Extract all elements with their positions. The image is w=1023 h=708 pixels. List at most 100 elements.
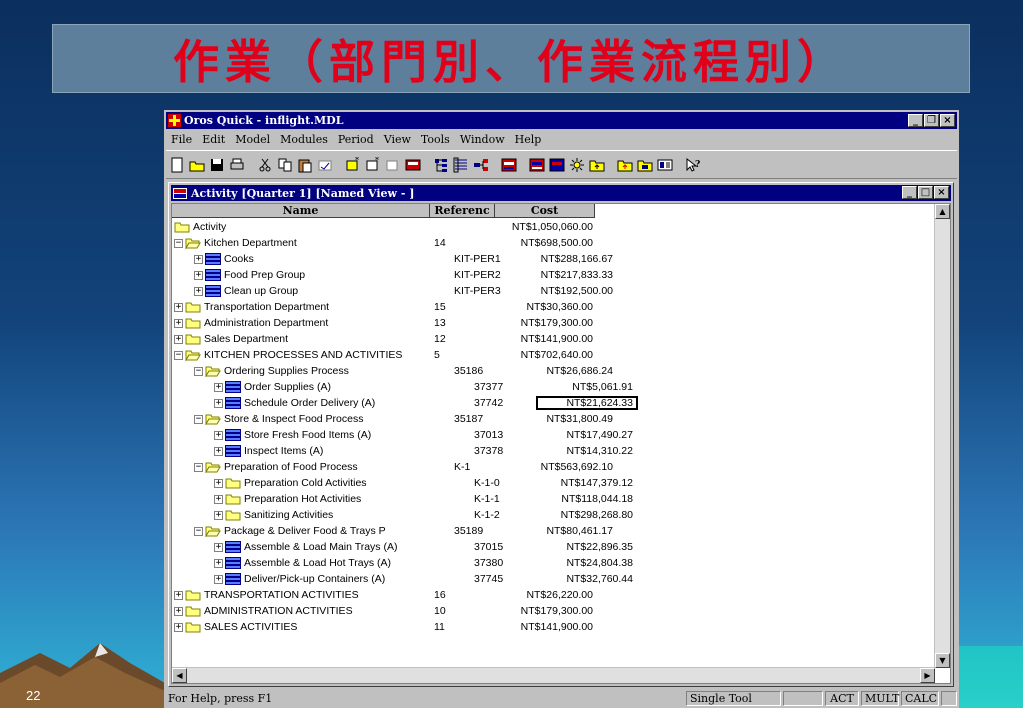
row-reference-cell[interactable]: K-1-2 <box>472 509 537 521</box>
row-reference-cell[interactable]: K-1-0 <box>472 477 537 489</box>
row-reference-cell[interactable]: 37745 <box>472 573 537 585</box>
toolbar-button-cut[interactable] <box>256 156 274 174</box>
row-cost-cell[interactable]: NT$1,050,060.00 <box>497 221 597 233</box>
toolbar-button-print[interactable] <box>228 156 246 174</box>
table-row[interactable]: + Deliver/Pick-up Containers (A) 37745 NT$3… <box>172 571 934 587</box>
row-name-cell[interactable]: + Inspect Items (A) <box>172 445 472 457</box>
table-row[interactable]: Activity NT$1,050,060.00 <box>172 219 934 235</box>
menu-edit[interactable]: Edit <box>197 133 230 146</box>
expand-toggle[interactable]: + <box>214 510 223 520</box>
row-name-cell[interactable]: + SALES ACTIVITIES <box>172 621 432 633</box>
expand-toggle[interactable]: + <box>194 286 203 296</box>
row-reference-cell[interactable]: 16 <box>432 589 497 601</box>
menu-help[interactable]: Help <box>510 133 547 146</box>
row-cost-cell[interactable]: NT$298,268.80 <box>537 509 637 521</box>
row-name-cell[interactable]: − Preparation of Food Process <box>172 461 452 473</box>
toolbar-button-undo[interactable] <box>316 156 334 174</box>
child-maximize-button[interactable]: □ <box>918 186 933 199</box>
row-reference-cell[interactable]: 14 <box>432 237 497 249</box>
app-titlebar[interactable]: Oros Quick - inflight.MDL _ ❐ × <box>166 112 957 129</box>
table-row[interactable]: + Preparation Hot Activities K-1-1 NT$118,0… <box>172 491 934 507</box>
activity-window-titlebar[interactable]: Activity [Quarter 1] [Named View - ] _ □… <box>171 185 951 201</box>
row-name-cell[interactable]: + Transportation Department <box>172 301 432 313</box>
toolbar-button-calculator[interactable] <box>404 156 422 174</box>
toolbar-button-paste[interactable] <box>296 156 314 174</box>
table-row[interactable]: − Kitchen Department 14 NT$698,500.00 <box>172 235 934 251</box>
table-row[interactable]: − Store & Inspect Food Process 35187 NT$31,… <box>172 411 934 427</box>
row-name-cell[interactable]: − Ordering Supplies Process <box>172 365 452 377</box>
close-button[interactable]: × <box>940 114 955 127</box>
toolbar-button-save[interactable] <box>208 156 226 174</box>
row-cost-cell[interactable]: NT$30,360.00 <box>497 301 597 313</box>
row-name-cell[interactable]: − Kitchen Department <box>172 237 432 249</box>
row-cost-cell[interactable]: NT$118,044.18 <box>537 493 637 505</box>
toolbar-button-link[interactable] <box>472 156 490 174</box>
row-reference-cell[interactable]: KIT-PER3 <box>452 285 517 297</box>
row-cost-cell[interactable]: NT$702,640.00 <box>497 349 597 361</box>
row-reference-cell[interactable]: K-1 <box>452 461 517 473</box>
table-row[interactable]: + Sanitizing Activities K-1-2 NT$298,268.80 <box>172 507 934 523</box>
row-cost-cell[interactable]: NT$563,692.10 <box>517 461 617 473</box>
expand-toggle[interactable]: + <box>174 622 183 632</box>
toolbar-button-grid-view3[interactable] <box>548 156 566 174</box>
toolbar-button-list[interactable] <box>452 156 470 174</box>
row-cost-cell[interactable]: NT$217,833.33 <box>517 269 617 281</box>
row-reference-cell[interactable]: 12 <box>432 333 497 345</box>
expand-toggle[interactable]: + <box>174 318 183 328</box>
table-row[interactable]: + Transportation Department 15 NT$30,360.00 <box>172 299 934 315</box>
table-row[interactable]: + Order Supplies (A) 37377 NT$5,061.91 <box>172 379 934 395</box>
row-reference-cell[interactable]: K-1-1 <box>472 493 537 505</box>
collapse-toggle[interactable]: − <box>194 414 203 424</box>
restore-button[interactable]: ❐ <box>924 114 939 127</box>
minimize-button[interactable]: _ <box>908 114 923 127</box>
toolbar-button-sun[interactable] <box>568 156 586 174</box>
expand-toggle[interactable]: + <box>174 590 183 600</box>
row-cost-cell[interactable]: NT$32,760.44 <box>537 573 637 585</box>
row-name-cell[interactable]: + Food Prep Group <box>172 269 452 281</box>
row-name-cell[interactable]: + Store Fresh Food Items (A) <box>172 429 472 441</box>
row-name-cell[interactable]: + Sanitizing Activities <box>172 509 472 521</box>
row-reference-cell[interactable]: 11 <box>432 621 497 633</box>
collapse-toggle[interactable]: − <box>174 238 183 248</box>
scroll-right-button[interactable]: ▶ <box>920 668 935 683</box>
expand-toggle[interactable]: + <box>174 606 183 616</box>
expand-toggle[interactable]: + <box>194 254 203 264</box>
expand-toggle[interactable]: + <box>214 382 223 392</box>
row-cost-cell[interactable]: NT$192,500.00 <box>517 285 617 297</box>
menu-period[interactable]: Period <box>333 133 379 146</box>
collapse-toggle[interactable]: − <box>174 350 183 360</box>
row-name-cell[interactable]: − KITCHEN PROCESSES AND ACTIVITIES <box>172 349 432 361</box>
table-row[interactable]: − Package & Deliver Food & Trays P 35189 NT… <box>172 523 934 539</box>
toolbar-button-folder-up2[interactable] <box>616 156 634 174</box>
table-row[interactable]: − KITCHEN PROCESSES AND ACTIVITIES 5 NT$702… <box>172 347 934 363</box>
row-reference-cell[interactable]: 13 <box>432 317 497 329</box>
scroll-up-button[interactable]: ▲ <box>935 204 950 219</box>
table-row[interactable]: + Clean up Group KIT-PER3 NT$192,500.00 <box>172 283 934 299</box>
table-row[interactable]: + Food Prep Group KIT-PER2 NT$217,833.33 <box>172 267 934 283</box>
toolbar-button-folder-in[interactable] <box>636 156 654 174</box>
table-row[interactable]: + Cooks KIT-PER1 NT$288,166.67 <box>172 251 934 267</box>
expand-toggle[interactable]: + <box>214 446 223 456</box>
expand-toggle[interactable]: + <box>214 478 223 488</box>
toolbar-button-help-pointer[interactable]: ? <box>684 156 702 174</box>
row-cost-cell[interactable]: NT$26,686.24 <box>517 365 617 377</box>
row-cost-cell[interactable]: NT$14,310.22 <box>537 445 637 457</box>
menu-tools[interactable]: Tools <box>416 133 455 146</box>
table-row[interactable]: + Sales Department 12 NT$141,900.00 <box>172 331 934 347</box>
row-name-cell[interactable]: + Clean up Group <box>172 285 452 297</box>
row-reference-cell[interactable]: 37742 <box>472 397 537 409</box>
menu-view[interactable]: View <box>379 133 416 146</box>
row-cost-cell[interactable]: NT$288,166.67 <box>517 253 617 265</box>
row-name-cell[interactable]: + Order Supplies (A) <box>172 381 472 393</box>
row-reference-cell[interactable]: 37380 <box>472 557 537 569</box>
expand-toggle[interactable]: + <box>214 494 223 504</box>
table-row[interactable]: − Ordering Supplies Process 35186 NT$26,686… <box>172 363 934 379</box>
toolbar-button-new[interactable] <box>168 156 186 174</box>
column-header-name[interactable]: Name <box>172 204 430 218</box>
row-reference-cell[interactable]: 5 <box>432 349 497 361</box>
table-row[interactable]: + Assemble & Load Main Trays (A) 37015 NT$2… <box>172 539 934 555</box>
toolbar-button-grid-view2[interactable] <box>528 156 546 174</box>
row-cost-cell[interactable]: NT$22,896.35 <box>537 541 637 553</box>
row-name-cell[interactable]: − Package & Deliver Food & Trays P <box>172 525 452 537</box>
row-reference-cell[interactable]: 35186 <box>452 365 517 377</box>
